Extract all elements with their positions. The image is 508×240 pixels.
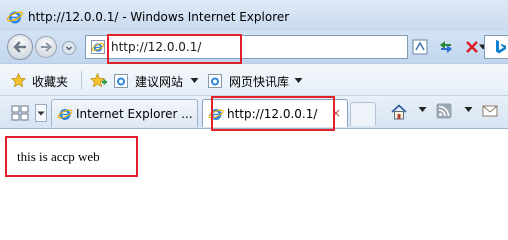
tab-internet-explorer[interactable]: Internet Explorer ... <box>51 99 198 127</box>
fav-item-label: 网页快讯库 <box>229 75 290 89</box>
quick-tabs-icon[interactable] <box>9 104 33 122</box>
bing-icon <box>496 40 506 54</box>
chevron-down-icon[interactable] <box>418 106 427 113</box>
refresh-icon[interactable] <box>436 37 456 57</box>
chevron-down-icon[interactable] <box>464 106 473 113</box>
annotation-box-address <box>107 34 242 64</box>
ie-page-icon <box>57 109 73 120</box>
divider <box>81 71 82 89</box>
ie-logo-icon <box>7 11 23 24</box>
rss-feeds-icon[interactable] <box>436 103 452 119</box>
favorites-bar: 收藏夹 建议网站 网页快讯库 <box>0 63 508 95</box>
tab-list-dropdown[interactable] <box>35 104 47 122</box>
recent-pages-dropdown[interactable] <box>62 41 76 55</box>
chevron-down-icon <box>66 46 72 51</box>
forward-button[interactable] <box>35 36 57 58</box>
star-icon <box>11 73 26 88</box>
chevron-down-icon <box>190 78 199 83</box>
add-to-favorites-bar-icon[interactable] <box>90 73 108 89</box>
favorites-label: 收藏夹 <box>32 75 69 89</box>
annotation-box-content <box>5 136 138 177</box>
chevron-down-icon <box>294 78 303 83</box>
stop-icon[interactable] <box>462 37 482 57</box>
home-icon[interactable] <box>390 103 408 121</box>
tab-label: Internet Explorer ... <box>76 107 193 121</box>
ie-page-icon <box>114 74 128 88</box>
window-title: http://12.0.0.1/ - Windows Internet Expl… <box>28 10 290 24</box>
read-mail-icon[interactable] <box>482 104 498 118</box>
compatibility-view-icon[interactable] <box>410 37 430 57</box>
annotation-box-tab <box>211 96 335 131</box>
ie-page-icon <box>91 40 105 54</box>
arrow-right-icon <box>41 42 52 52</box>
ie-page-icon <box>208 74 222 88</box>
search-box[interactable] <box>484 35 508 59</box>
new-tab-button[interactable] <box>350 102 376 126</box>
fav-item-label: 建议网站 <box>135 75 184 89</box>
navigation-bar: http://12.0.0.1/ <box>0 31 508 63</box>
arrow-left-icon <box>13 41 26 53</box>
title-bar: http://12.0.0.1/ - Windows Internet Expl… <box>0 0 508 31</box>
back-button[interactable] <box>7 34 33 60</box>
